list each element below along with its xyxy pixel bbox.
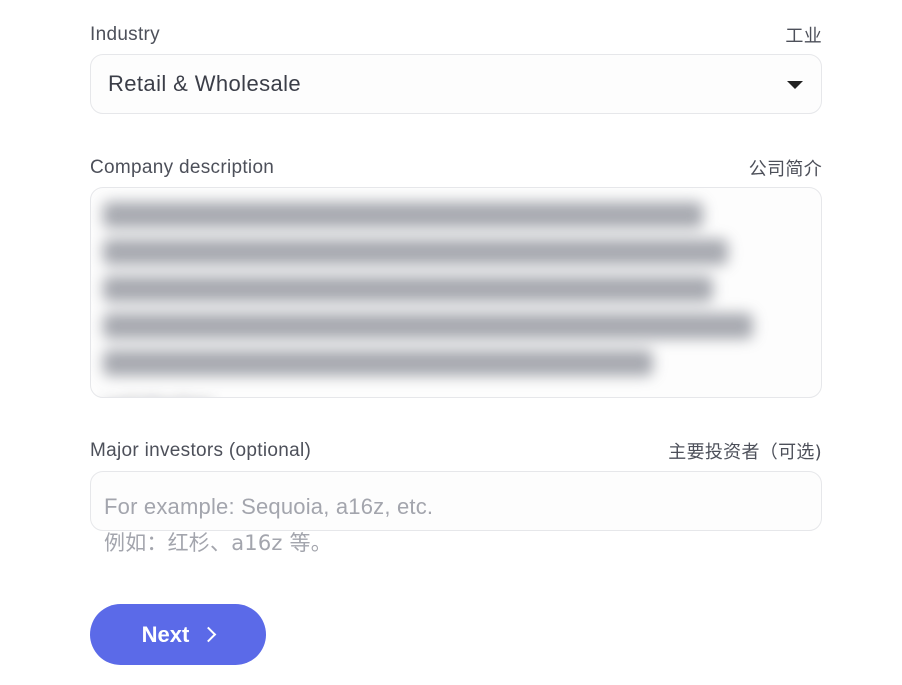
industry-label-row: Industry 工业 [90,22,822,48]
industry-select[interactable]: Retail & Wholesale [90,54,822,114]
caret-down-icon [787,81,803,89]
description-partial-text: satisfaction [103,387,703,397]
description-label-cn: 公司简介 [748,159,822,180]
blurred-description-text: satisfaction [103,202,783,397]
next-button-label: Next [141,621,190,647]
chevron-right-icon [201,626,217,643]
description-label: Company description [90,157,275,178]
investors-input[interactable]: For example: Sequoia, a16z, etc. 例如：红杉、a1… [90,471,822,555]
description-textarea[interactable]: satisfaction [90,187,822,398]
investors-label: Major investors (optional) [90,440,312,461]
industry-label: Industry [90,24,160,45]
investors-placeholder: For example: Sequoia, a16z, etc. 例如：红杉、a1… [104,489,433,561]
industry-selected-value: Retail & Wholesale [108,71,302,96]
industry-label-cn: 工业 [785,26,822,47]
description-label-row: Company description 公司简介 [90,155,822,181]
next-button[interactable]: Next [90,604,266,665]
investors-placeholder-en: For example: Sequoia, a16z, etc. [104,494,434,519]
investors-label-row: Major investors (optional) 主要投资者（可选) [90,438,822,464]
investors-label-cn: 主要投资者（可选) [668,442,822,463]
investors-placeholder-cn: 例如：红杉、a16z 等。 [104,531,332,555]
